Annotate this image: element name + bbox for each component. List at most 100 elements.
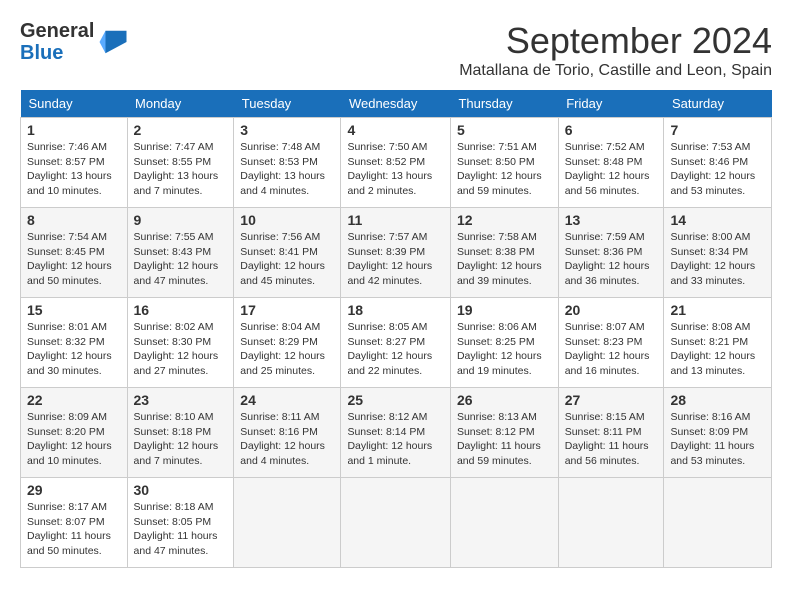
day-info: Sunrise: 8:00 AM Sunset: 8:34 PM Dayligh… [670,230,765,289]
calendar-cell: 24 Sunrise: 8:11 AM Sunset: 8:16 PM Dayli… [234,388,341,478]
calendar-cell [341,478,451,568]
week-row-5: 29 Sunrise: 8:17 AM Sunset: 8:07 PM Dayli… [21,478,772,568]
day-number: 6 [565,122,658,138]
location-title: Matallana de Torio, Castille and Leon, S… [459,62,772,80]
day-info: Sunrise: 8:16 AM Sunset: 8:09 PM Dayligh… [670,410,765,469]
calendar-cell: 22 Sunrise: 8:09 AM Sunset: 8:20 PM Dayli… [21,388,128,478]
calendar-cell: 2 Sunrise: 7:47 AM Sunset: 8:55 PM Daylig… [127,118,234,208]
calendar-cell: 28 Sunrise: 8:16 AM Sunset: 8:09 PM Dayli… [664,388,772,478]
day-info: Sunrise: 7:56 AM Sunset: 8:41 PM Dayligh… [240,230,334,289]
day-number: 18 [347,302,444,318]
header-wednesday: Wednesday [341,90,451,118]
day-number: 23 [134,392,228,408]
header-friday: Friday [558,90,664,118]
page-header: General Blue September 2024 Matallana de… [20,20,772,80]
logo: General Blue [20,20,128,64]
calendar-cell: 18 Sunrise: 8:05 AM Sunset: 8:27 PM Dayli… [341,298,451,388]
day-info: Sunrise: 8:17 AM Sunset: 8:07 PM Dayligh… [27,500,121,559]
day-info: Sunrise: 8:18 AM Sunset: 8:05 PM Dayligh… [134,500,228,559]
day-info: Sunrise: 8:13 AM Sunset: 8:12 PM Dayligh… [457,410,552,469]
week-row-4: 22 Sunrise: 8:09 AM Sunset: 8:20 PM Dayli… [21,388,772,478]
calendar-cell: 10Sunrise: 7:56 AM Sunset: 8:41 PM Dayli… [234,208,341,298]
calendar-cell: 12 Sunrise: 7:58 AM Sunset: 8:38 PM Dayli… [450,208,558,298]
calendar-cell: 11Sunrise: 7:57 AM Sunset: 8:39 PM Dayli… [341,208,451,298]
calendar-cell: 25 Sunrise: 8:12 AM Sunset: 8:14 PM Dayli… [341,388,451,478]
day-number: 19 [457,302,552,318]
calendar-cell: 23 Sunrise: 8:10 AM Sunset: 8:18 PM Dayli… [127,388,234,478]
header-thursday: Thursday [450,90,558,118]
calendar-cell: 13 Sunrise: 7:59 AM Sunset: 8:36 PM Dayli… [558,208,664,298]
header-monday: Monday [127,90,234,118]
calendar-cell [234,478,341,568]
calendar-cell: 6 Sunrise: 7:52 AM Sunset: 8:48 PM Daylig… [558,118,664,208]
calendar-header-row: SundayMondayTuesdayWednesdayThursdayFrid… [21,90,772,118]
day-number: 11 [347,212,444,228]
title-section: September 2024 Matallana de Torio, Casti… [459,20,772,80]
header-sunday: Sunday [21,90,128,118]
day-number: 7 [670,122,765,138]
day-info: Sunrise: 8:12 AM Sunset: 8:14 PM Dayligh… [347,410,444,469]
calendar-cell: 14Sunrise: 8:00 AM Sunset: 8:34 PM Dayli… [664,208,772,298]
logo-icon [98,27,128,57]
day-info: Sunrise: 8:09 AM Sunset: 8:20 PM Dayligh… [27,410,121,469]
day-info: Sunrise: 7:54 AM Sunset: 8:45 PM Dayligh… [27,230,121,289]
day-number: 24 [240,392,334,408]
day-info: Sunrise: 8:01 AM Sunset: 8:32 PM Dayligh… [27,320,121,379]
day-info: Sunrise: 7:46 AM Sunset: 8:57 PM Dayligh… [27,140,121,199]
day-info: Sunrise: 7:51 AM Sunset: 8:50 PM Dayligh… [457,140,552,199]
day-number: 21 [670,302,765,318]
day-number: 1 [27,122,121,138]
day-info: Sunrise: 7:59 AM Sunset: 8:36 PM Dayligh… [565,230,658,289]
calendar-cell: 1 Sunrise: 7:46 AM Sunset: 8:57 PM Daylig… [21,118,128,208]
calendar-cell: 21 Sunrise: 8:08 AM Sunset: 8:21 PM Dayli… [664,298,772,388]
day-number: 25 [347,392,444,408]
calendar-cell: 17 Sunrise: 8:04 AM Sunset: 8:29 PM Dayli… [234,298,341,388]
calendar-cell: 3Sunrise: 7:48 AM Sunset: 8:53 PM Daylig… [234,118,341,208]
day-info: Sunrise: 8:10 AM Sunset: 8:18 PM Dayligh… [134,410,228,469]
day-number: 15 [27,302,121,318]
logo-general: General [20,20,94,42]
calendar-table: SundayMondayTuesdayWednesdayThursdayFrid… [20,90,772,568]
day-number: 17 [240,302,334,318]
day-info: Sunrise: 8:04 AM Sunset: 8:29 PM Dayligh… [240,320,334,379]
day-info: Sunrise: 8:07 AM Sunset: 8:23 PM Dayligh… [565,320,658,379]
week-row-2: 8 Sunrise: 7:54 AM Sunset: 8:45 PM Daylig… [21,208,772,298]
day-number: 3 [240,122,334,138]
day-number: 8 [27,212,121,228]
calendar-cell: 30 Sunrise: 8:18 AM Sunset: 8:05 PM Dayli… [127,478,234,568]
day-info: Sunrise: 8:11 AM Sunset: 8:16 PM Dayligh… [240,410,334,469]
day-info: Sunrise: 8:15 AM Sunset: 8:11 PM Dayligh… [565,410,658,469]
day-number: 22 [27,392,121,408]
day-info: Sunrise: 7:58 AM Sunset: 8:38 PM Dayligh… [457,230,552,289]
week-row-3: 15 Sunrise: 8:01 AM Sunset: 8:32 PM Dayli… [21,298,772,388]
day-number: 13 [565,212,658,228]
calendar-cell: 15 Sunrise: 8:01 AM Sunset: 8:32 PM Dayli… [21,298,128,388]
calendar-cell [558,478,664,568]
header-tuesday: Tuesday [234,90,341,118]
day-number: 4 [347,122,444,138]
day-number: 29 [27,482,121,498]
day-number: 2 [134,122,228,138]
day-info: Sunrise: 7:47 AM Sunset: 8:55 PM Dayligh… [134,140,228,199]
day-info: Sunrise: 8:08 AM Sunset: 8:21 PM Dayligh… [670,320,765,379]
calendar-cell: 8 Sunrise: 7:54 AM Sunset: 8:45 PM Daylig… [21,208,128,298]
day-info: Sunrise: 8:05 AM Sunset: 8:27 PM Dayligh… [347,320,444,379]
day-number: 28 [670,392,765,408]
day-number: 9 [134,212,228,228]
logo-blue: Blue [20,42,94,64]
calendar-cell: 26 Sunrise: 8:13 AM Sunset: 8:12 PM Dayli… [450,388,558,478]
calendar-cell: 20 Sunrise: 8:07 AM Sunset: 8:23 PM Dayli… [558,298,664,388]
day-number: 27 [565,392,658,408]
day-info: Sunrise: 7:52 AM Sunset: 8:48 PM Dayligh… [565,140,658,199]
day-info: Sunrise: 7:50 AM Sunset: 8:52 PM Dayligh… [347,140,444,199]
calendar-cell: 9 Sunrise: 7:55 AM Sunset: 8:43 PM Daylig… [127,208,234,298]
day-number: 30 [134,482,228,498]
day-number: 26 [457,392,552,408]
day-info: Sunrise: 8:02 AM Sunset: 8:30 PM Dayligh… [134,320,228,379]
day-number: 20 [565,302,658,318]
day-info: Sunrise: 7:55 AM Sunset: 8:43 PM Dayligh… [134,230,228,289]
day-number: 12 [457,212,552,228]
day-number: 16 [134,302,228,318]
calendar-cell [664,478,772,568]
calendar-cell: 4 Sunrise: 7:50 AM Sunset: 8:52 PM Daylig… [341,118,451,208]
